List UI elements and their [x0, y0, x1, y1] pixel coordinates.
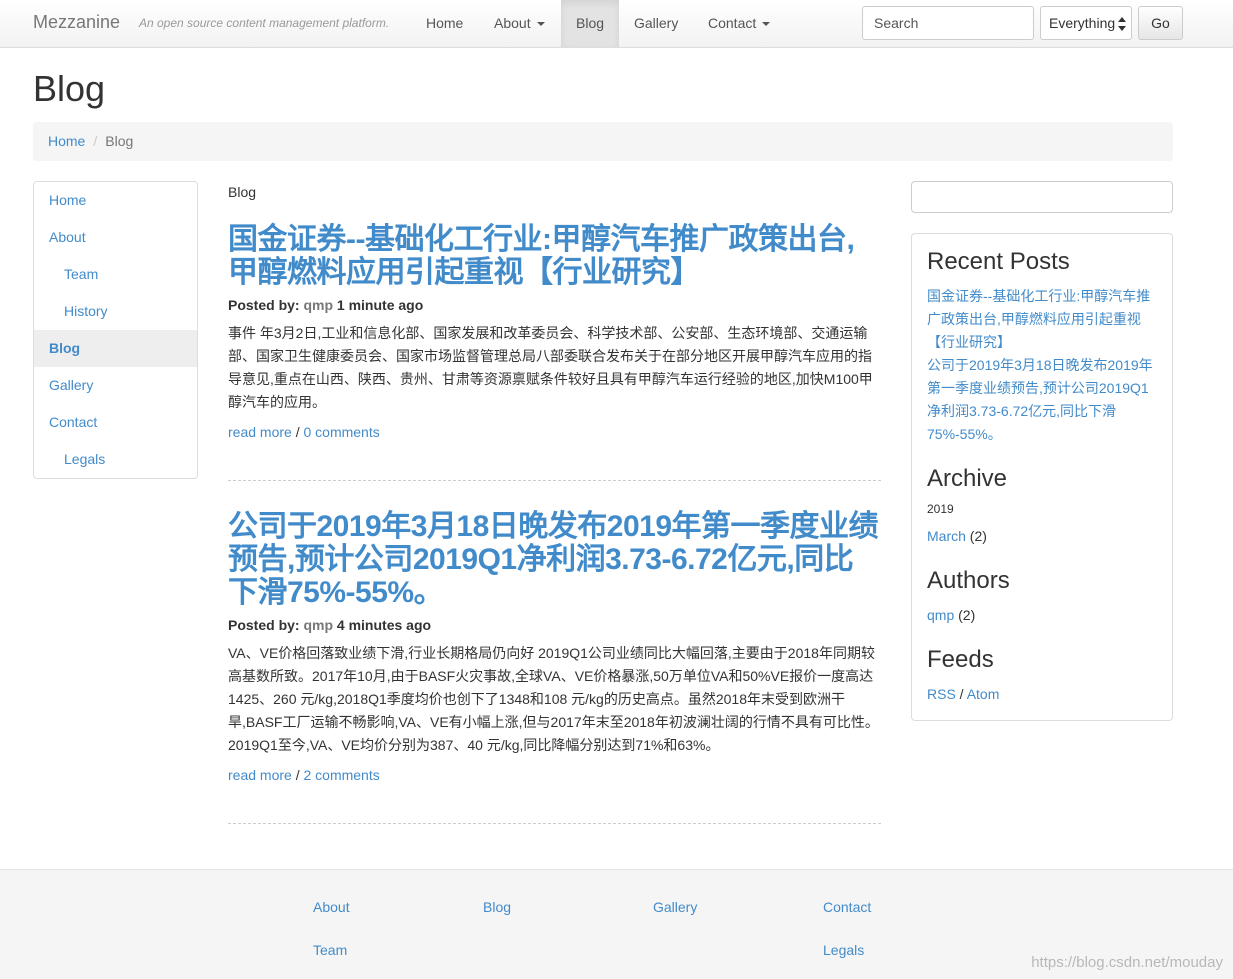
brand-link[interactable]: Mezzanine [33, 12, 120, 33]
caret-down-icon [536, 22, 545, 27]
author-row: qmp (2) [927, 607, 975, 623]
recent-post-link[interactable]: 国金证券--基础化工行业:甲醇汽车推广政策出台,甲醇燃料应用引起重视【行业研究】 [927, 285, 1159, 354]
nav-item-about[interactable]: About [479, 0, 560, 47]
read-more-link[interactable]: read more [228, 767, 292, 783]
footer-link-contact[interactable]: Contact [823, 899, 871, 915]
page-title: Blog [33, 68, 106, 109]
search-scope-value: Everything [1049, 15, 1116, 31]
atom-feed-link[interactable]: Atom [967, 686, 1000, 702]
nav-item-home[interactable]: Home [411, 0, 478, 47]
archive-year: 2019 [927, 502, 954, 516]
footer-link-gallery[interactable]: Gallery [653, 899, 697, 915]
blog-post: 国金证券--基础化工行业:甲醇汽车推广政策出台,甲醇燃料应用引起重视【行业研究】… [228, 223, 881, 440]
left-nav-item-contact[interactable]: Contact [34, 404, 197, 441]
post-title-link[interactable]: 国金证券--基础化工行业:甲醇汽车推广政策出台,甲醇燃料应用引起重视【行业研究】 [228, 223, 881, 289]
breadcrumb: Home / Blog [33, 122, 1173, 161]
read-more-link[interactable]: read more [228, 424, 292, 440]
post-author-link[interactable]: qmp [303, 617, 333, 633]
recent-posts-list: 国金证券--基础化工行业:甲醇汽车推广政策出台,甲醇燃料应用引起重视【行业研究】… [927, 285, 1159, 446]
comments-link[interactable]: 2 comments [303, 767, 379, 783]
search-input[interactable] [862, 6, 1034, 40]
post-author-link[interactable]: qmp [303, 297, 333, 313]
left-nav-item-legals[interactable]: Legals [34, 441, 197, 478]
nav-item-label: Gallery [634, 15, 679, 31]
footer: About Blog Gallery Contact Team Legals h… [0, 869, 1233, 979]
post-divider [228, 823, 881, 824]
feeds-title: Feeds [927, 646, 994, 673]
blog-post: 公司于2019年3月18日晚发布2019年第一季度业绩预告,预计公司2019Q1… [228, 510, 881, 783]
post-links: read more / 2 comments [228, 767, 881, 783]
left-nav-item-home[interactable]: Home [34, 182, 197, 219]
search-scope-select[interactable]: Everything [1040, 6, 1132, 40]
post-excerpt: 事件 年3月2日,工业和信息化部、国家发展和改革委员会、科学技术部、公安部、生态… [228, 325, 873, 410]
post-excerpt: VA、VE价格回落致业绩下滑,行业长期格局仍向好 2019Q1公司业绩同比大幅回… [228, 645, 879, 753]
post-time: 4 minutes ago [336, 617, 432, 633]
nav-item-gallery[interactable]: Gallery [619, 0, 693, 47]
post-meta: Posted by: qmp 1 minute ago [228, 297, 881, 313]
rss-feed-link[interactable]: RSS [927, 686, 956, 702]
caret-down-icon [762, 22, 771, 27]
footer-link-team[interactable]: Team [313, 942, 347, 958]
footer-link-legals[interactable]: Legals [823, 942, 864, 958]
post-divider [228, 480, 881, 481]
nav-item-label: Blog [576, 15, 605, 31]
left-nav-item-history[interactable]: History [34, 293, 197, 330]
footer-link-about[interactable]: About [313, 899, 350, 915]
archive-month-row: March (2) [927, 528, 987, 544]
breadcrumb-current: Blog [105, 133, 134, 149]
left-nav-item-about[interactable]: About [34, 219, 197, 256]
left-nav-item-gallery[interactable]: Gallery [34, 367, 197, 404]
post-links: read more / 0 comments [228, 424, 881, 440]
comments-link[interactable]: 0 comments [303, 424, 379, 440]
nav-item-label: About [494, 15, 531, 31]
archive-month-count: (2) [969, 528, 987, 544]
feeds-separator: / [955, 686, 967, 702]
sidebar-search-input[interactable] [911, 181, 1173, 213]
recent-posts-title: Recent Posts [927, 248, 1070, 275]
watermark-text: https://blog.csdn.net/mouday [1031, 954, 1223, 971]
footer-link-blog[interactable]: Blog [483, 899, 511, 915]
authors-title: Authors [927, 567, 1010, 594]
post-links-separator: / [291, 767, 304, 783]
top-navbar: Mezzanine An open source content managem… [0, 0, 1233, 48]
select-arrows-icon [1118, 17, 1126, 31]
main-heading: Blog [228, 184, 257, 200]
posted-by-label: Posted by: [228, 617, 300, 633]
left-nav-item-team[interactable]: Team [34, 256, 197, 293]
breadcrumb-home-link[interactable]: Home [48, 133, 85, 149]
recent-post-link[interactable]: 公司于2019年3月18日晚发布2019年第一季度业绩预告,预计公司2019Q1… [927, 354, 1159, 446]
sidebar-panel: Recent Posts 国金证券--基础化工行业:甲醇汽车推广政策出台,甲醇燃… [911, 233, 1173, 721]
post-title-link[interactable]: 公司于2019年3月18日晚发布2019年第一季度业绩预告,预计公司2019Q1… [228, 510, 881, 609]
left-nav: Home About Team History Blog Gallery Con… [33, 181, 198, 479]
nav-item-label: Contact [708, 15, 757, 31]
author-link[interactable]: qmp [927, 607, 954, 623]
post-time: 1 minute ago [336, 297, 424, 313]
author-count: (2) [958, 607, 976, 623]
nav-item-contact[interactable]: Contact [693, 0, 785, 47]
feeds-row: RSS / Atom [927, 686, 999, 702]
breadcrumb-separator: / [93, 133, 98, 149]
post-meta: Posted by: qmp 4 minutes ago [228, 617, 881, 633]
posted-by-label: Posted by: [228, 297, 300, 313]
left-nav-item-blog[interactable]: Blog [34, 330, 197, 367]
nav-item-label: Home [426, 15, 464, 31]
archive-month-link[interactable]: March [927, 528, 966, 544]
post-links-separator: / [291, 424, 304, 440]
nav-item-blog[interactable]: Blog [561, 0, 620, 47]
archive-title: Archive [927, 465, 1008, 492]
go-button[interactable]: Go [1138, 6, 1183, 40]
site-tagline: An open source content management platfo… [139, 16, 390, 30]
